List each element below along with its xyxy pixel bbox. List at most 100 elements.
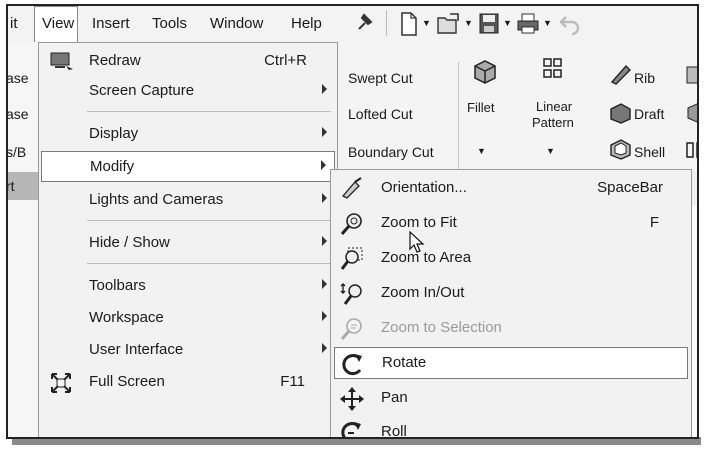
menu-item-lights-cameras[interactable]: Lights and Cameras (39, 185, 337, 215)
menu-view-label: View (42, 15, 75, 32)
submenu-arrow-icon (321, 160, 326, 170)
submenu-arrow-icon (322, 127, 327, 137)
modify-submenu: Orientation... SpaceBar Zoom to Fit F Zo… (330, 169, 692, 439)
submenu-arrow-icon (322, 311, 327, 321)
new-document-icon[interactable] (398, 11, 420, 37)
menu-item-label: Modify (90, 158, 135, 175)
feature-tree-item[interactable]: ase (8, 106, 29, 122)
shortcut-label: F11 (280, 373, 305, 390)
rib-icon[interactable] (608, 62, 632, 86)
mirror-icon[interactable] (685, 140, 699, 162)
submenu-arrow-icon (322, 279, 327, 289)
fillet-icon[interactable] (471, 58, 499, 84)
menu-window[interactable]: Window (210, 15, 263, 32)
pin-icon[interactable] (353, 11, 375, 35)
toolbar-separator (386, 10, 387, 36)
menu-separator (87, 111, 331, 112)
menu-item-label: Full Screen (89, 373, 165, 390)
menu-item-display[interactable]: Display (39, 119, 337, 149)
submenu-item-label: Zoom to Fit (381, 214, 457, 231)
menu-item-modify[interactable]: Modify (41, 151, 335, 182)
menu-item-hide-show[interactable]: Hide / Show (39, 228, 337, 258)
submenu-item-label: Zoom In/Out (381, 284, 465, 301)
submenu-item-zoom-inout[interactable]: Zoom In/Out (331, 277, 691, 310)
app-window: it View Insert Tools Window Help ▼ ▼ ▼ ▼… (6, 4, 699, 439)
submenu-item-rotate[interactable]: Rotate (334, 347, 688, 379)
linear-pattern-label-2[interactable]: Pattern (532, 115, 574, 130)
chevron-down-icon[interactable]: ▼ (422, 18, 431, 28)
mouse-cursor-icon (409, 231, 425, 253)
fillet-label[interactable]: Fillet (467, 100, 494, 115)
features-ribbon: Swept Cut Lofted Cut Boundary Cut Fillet… (338, 42, 699, 172)
submenu-item-zoom-area[interactable]: Zoom to Area (331, 242, 691, 275)
menu-item-screen-capture[interactable]: Screen Capture (39, 76, 337, 106)
menu-item-label: Screen Capture (89, 82, 195, 99)
menu-item-label: Display (89, 125, 139, 142)
menu-insert[interactable]: Insert (92, 15, 130, 32)
undo-icon[interactable] (558, 11, 582, 37)
submenu-item-pan[interactable]: Pan (331, 382, 691, 415)
shortcut-label: Ctrl+R (264, 52, 307, 69)
draft-button[interactable]: Draft (634, 106, 664, 122)
full-screen-icon (51, 373, 71, 393)
pan-icon (340, 387, 364, 411)
chevron-down-icon[interactable]: ▼ (543, 18, 552, 28)
zoom-to-area-icon (340, 247, 363, 270)
submenu-arrow-icon (322, 193, 327, 203)
menu-item-toolbars[interactable]: Toolbars (39, 271, 337, 301)
feature-tree-item[interactable]: rt (8, 178, 15, 194)
chevron-down-icon[interactable]: ▼ (464, 18, 473, 28)
orientation-icon (341, 177, 362, 199)
wrap-icon[interactable] (685, 64, 699, 86)
rib-button[interactable]: Rib (634, 70, 655, 86)
chevron-down-icon[interactable]: ▼ (477, 146, 486, 156)
zoom-to-fit-icon (340, 213, 362, 235)
chevron-down-icon[interactable]: ▼ (503, 18, 512, 28)
menu-item-label: Redraw (89, 52, 141, 69)
shell-button[interactable]: Shell (634, 144, 665, 160)
redraw-icon (50, 52, 73, 70)
menu-item-full-screen[interactable]: Full Screen F11 (39, 367, 337, 397)
menu-tools[interactable]: Tools (152, 15, 187, 32)
submenu-item-zoom-selection[interactable]: Zoom to Selection (331, 312, 691, 345)
menu-item-user-interface[interactable]: User Interface (39, 335, 337, 365)
save-icon[interactable] (478, 11, 500, 37)
rotate-icon (342, 354, 362, 375)
open-folder-icon[interactable] (436, 11, 462, 37)
submenu-arrow-icon (322, 84, 327, 94)
submenu-item-label: Rotate (382, 354, 427, 371)
submenu-item-roll[interactable]: Roll (331, 416, 691, 439)
print-icon[interactable] (516, 11, 540, 37)
menu-bar: it View Insert Tools Window Help ▼ ▼ ▼ ▼ (8, 6, 697, 43)
menu-item-label: Hide / Show (89, 234, 170, 251)
menu-item-label: Workspace (89, 309, 164, 326)
zoom-in-out-icon (340, 283, 362, 305)
submenu-item-label: Roll (381, 423, 407, 439)
draft-icon[interactable] (608, 100, 632, 124)
linear-pattern-icon[interactable] (541, 56, 565, 82)
roll-icon (341, 422, 361, 437)
boundary-cut-button[interactable]: Boundary Cut (348, 144, 434, 160)
intersect-icon[interactable] (685, 102, 699, 124)
menu-item-redraw[interactable]: Redraw Ctrl+R (39, 46, 337, 76)
menu-view[interactable]: View (34, 6, 78, 42)
menu-help[interactable]: Help (291, 15, 322, 32)
submenu-item-label: Zoom to Area (381, 249, 472, 266)
lofted-cut-button[interactable]: Lofted Cut (348, 106, 413, 122)
ribbon-separator (458, 62, 459, 170)
menu-item-workspace[interactable]: Workspace (39, 303, 337, 333)
menu-edit[interactable]: it (10, 15, 18, 32)
feature-tree-item[interactable]: ase (8, 70, 29, 86)
submenu-arrow-icon (322, 343, 327, 353)
swept-cut-button[interactable]: Swept Cut (348, 70, 413, 86)
submenu-item-zoom-fit[interactable]: Zoom to Fit F (331, 207, 691, 240)
linear-pattern-label-1[interactable]: Linear (536, 99, 572, 114)
feature-tree-item[interactable]: s/B (8, 144, 26, 160)
submenu-item-orientation[interactable]: Orientation... SpaceBar (331, 172, 691, 205)
submenu-item-label: Orientation... (381, 179, 467, 196)
shell-icon[interactable] (608, 136, 632, 160)
submenu-arrow-icon (322, 236, 327, 246)
menu-separator (87, 263, 331, 264)
view-menu: Redraw Ctrl+R Screen Capture Display Mod… (38, 42, 338, 437)
chevron-down-icon[interactable]: ▼ (546, 146, 555, 156)
